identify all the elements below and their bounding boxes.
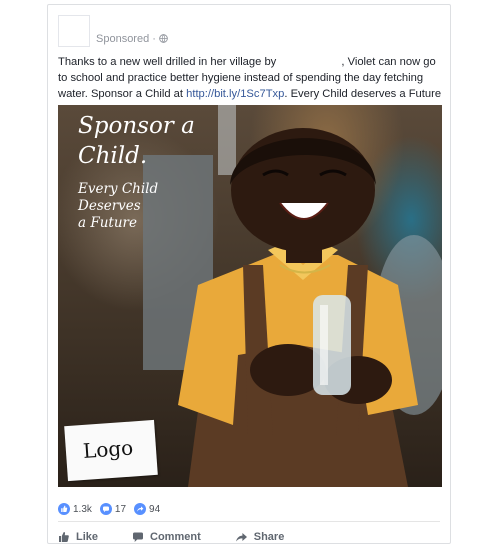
- sponsored-post-card: Sponsored · Thanks to a new well drilled …: [47, 4, 451, 544]
- ad-headline-line2: Child.: [78, 143, 148, 169]
- actions-divider: [58, 521, 440, 522]
- meta-separator: ·: [152, 33, 156, 45]
- shares-count[interactable]: 94: [134, 503, 160, 515]
- ad-tagline-line1: Every Child: [78, 181, 159, 197]
- share-arrow-icon: [134, 503, 147, 515]
- post-text: Thanks to a new well drilled in her vill…: [58, 54, 444, 102]
- post-actions: Like Comment Share: [58, 529, 318, 545]
- comments-value: 17: [114, 503, 127, 515]
- like-button[interactable]: Like: [58, 529, 98, 545]
- ad-tagline-line2: Deserves: [78, 198, 141, 214]
- comment-bubble-icon: [99, 503, 112, 515]
- post-text-part3: . Every Child deserves a Future: [284, 88, 442, 100]
- share-label: Share: [253, 531, 285, 543]
- sponsored-label[interactable]: Sponsored: [96, 33, 149, 45]
- likes-value: 1.3k: [73, 503, 92, 515]
- ad-headline: Sponsor a Child.: [78, 111, 228, 171]
- post-link[interactable]: http://bit.ly/1Sc7Txp: [186, 88, 284, 100]
- comment-button[interactable]: Comment: [132, 529, 201, 545]
- shares-value: 94: [149, 503, 161, 515]
- ad-tagline-line3: a Future: [78, 215, 137, 231]
- share-icon: [235, 533, 247, 542]
- advertiser-avatar[interactable]: [58, 15, 90, 47]
- comments-count[interactable]: 17: [99, 503, 127, 515]
- share-button[interactable]: Share: [235, 529, 285, 545]
- like-icon: [59, 532, 69, 542]
- likes-count[interactable]: 1.3k: [58, 503, 92, 515]
- logo-placeholder: Logo: [64, 419, 158, 482]
- ad-image[interactable]: Sponsor a Child. Every Child Deserves a …: [58, 105, 442, 487]
- thumbs-up-icon: [58, 503, 70, 515]
- ad-tagline: Every Child Deserves a Future: [78, 181, 198, 232]
- logo-text: Logo: [82, 435, 134, 463]
- post-text-part1: Thanks to a new well drilled in her vill…: [58, 56, 277, 68]
- comment-label: Comment: [150, 531, 201, 543]
- sponsored-meta: Sponsored ·: [96, 33, 168, 45]
- comment-icon: [133, 532, 144, 542]
- globe-icon: [159, 34, 168, 43]
- ad-headline-line1: Sponsor a: [78, 113, 195, 139]
- reaction-summary: 1.3k 17 94: [58, 501, 168, 517]
- like-label: Like: [76, 531, 99, 543]
